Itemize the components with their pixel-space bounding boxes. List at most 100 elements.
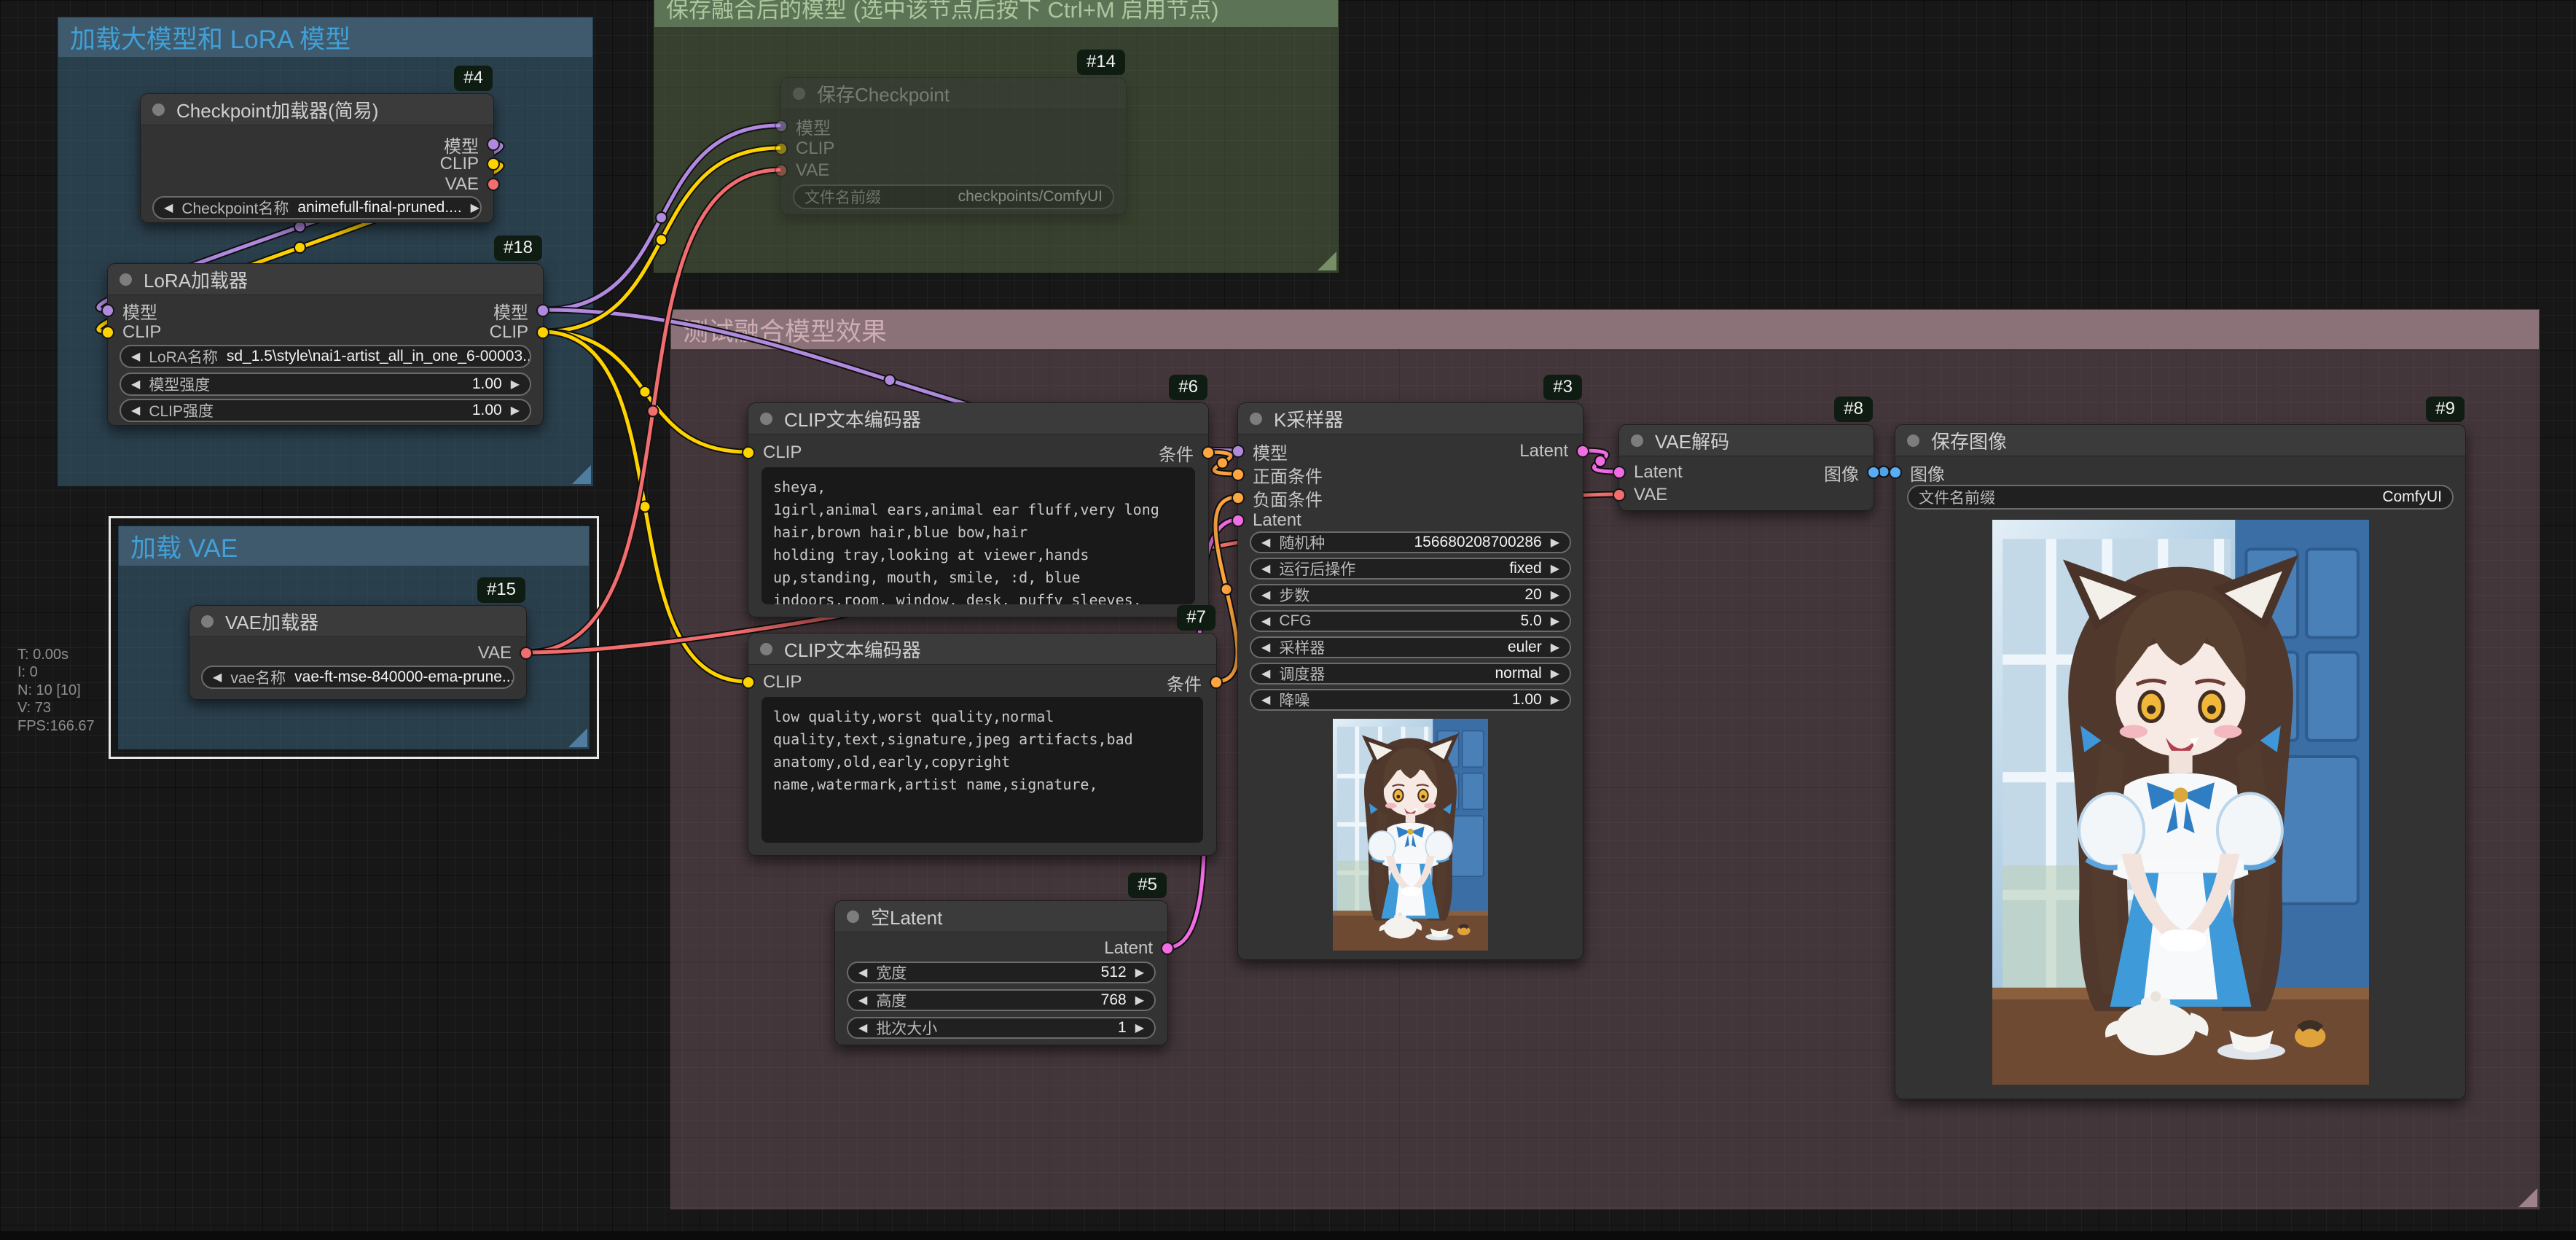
cfg-widget[interactable]: ◀CFG5.0▶ bbox=[1250, 610, 1571, 632]
decrement-arrow-icon[interactable]: ◀ bbox=[1261, 666, 1270, 681]
scheduler-widget[interactable]: ◀调度器normal▶ bbox=[1250, 663, 1571, 685]
input-port-image[interactable]: 图像 bbox=[1889, 460, 1945, 485]
group-title-save-merged[interactable]: 保存融合后的模型 (选中该节点后按下 Ctrl+M 启用节点) bbox=[654, 0, 1338, 27]
port-dot-clip-icon[interactable] bbox=[101, 326, 114, 339]
input-port-clip[interactable]: CLIP bbox=[775, 136, 834, 161]
denoise-widget[interactable]: ◀降噪1.00▶ bbox=[1250, 689, 1571, 711]
node-header[interactable]: 保存图像 bbox=[1895, 425, 2465, 456]
group-title-test-merged[interactable]: 测试融合模型效果 bbox=[671, 310, 2539, 349]
port-dot-vae-icon[interactable] bbox=[1613, 488, 1626, 502]
node-save-checkpoint[interactable]: 保存Checkpoint模型CLIPVAE文件名前缀checkpoints/Co… bbox=[780, 77, 1127, 215]
port-dot-vae-icon[interactable] bbox=[775, 164, 788, 177]
node-header[interactable]: VAE加载器 bbox=[189, 606, 526, 637]
decrement-arrow-icon[interactable]: ◀ bbox=[1261, 614, 1270, 628]
lora-name-widget[interactable]: ◀LoRA名称sd_1.5\style\nai1-artist_all_in_o… bbox=[120, 345, 531, 368]
node-header[interactable]: K采样器 bbox=[1238, 403, 1583, 434]
decrement-arrow-icon[interactable]: ◀ bbox=[1261, 561, 1270, 576]
increment-arrow-icon[interactable]: ▶ bbox=[1551, 693, 1559, 707]
control-after-generate-widget[interactable]: ◀运行后操作fixed▶ bbox=[1250, 558, 1571, 580]
node-header[interactable]: 空Latent bbox=[835, 901, 1167, 932]
input-port-conditioning[interactable]: 负面条件 bbox=[1232, 486, 1323, 510]
increment-arrow-icon[interactable]: ▶ bbox=[511, 403, 520, 418]
decrement-arrow-icon[interactable]: ◀ bbox=[858, 1021, 867, 1035]
node-empty-latent[interactable]: 空LatentLatent◀宽度512▶◀高度768▶◀批次大小1▶ bbox=[834, 900, 1168, 1045]
filename-prefix-widget[interactable]: 文件名前缀checkpoints/ComfyUI bbox=[793, 184, 1114, 209]
decrement-arrow-icon[interactable]: ◀ bbox=[131, 377, 140, 391]
decrement-arrow-icon[interactable]: ◀ bbox=[1261, 535, 1270, 550]
steps-widget[interactable]: ◀步数20▶ bbox=[1250, 584, 1571, 606]
increment-arrow-icon[interactable]: ▶ bbox=[1551, 640, 1559, 655]
port-dot-latent-icon[interactable] bbox=[1576, 445, 1589, 458]
collapse-dot-icon[interactable] bbox=[760, 413, 772, 425]
collapse-dot-icon[interactable] bbox=[760, 643, 772, 655]
port-dot-model-icon[interactable] bbox=[487, 138, 500, 151]
graph-canvas[interactable]: T: 0.00s I: 0 N: 10 [10] V: 73 FPS:166.6… bbox=[0, 0, 2576, 1240]
node-vae-loader[interactable]: VAE加载器VAE◀vae名称vae-ft-mse-840000-ema-pru… bbox=[189, 605, 527, 700]
port-dot-conditioning-icon[interactable] bbox=[1210, 676, 1223, 689]
node-header[interactable]: LoRA加载器 bbox=[108, 264, 543, 295]
port-dot-vae-icon[interactable] bbox=[520, 647, 533, 660]
input-port-conditioning[interactable]: 正面条件 bbox=[1232, 462, 1323, 487]
vae-name-widget[interactable]: ◀vae名称vae-ft-mse-840000-ema-prune...▶ bbox=[201, 666, 514, 689]
port-dot-conditioning-icon[interactable] bbox=[1232, 491, 1245, 504]
output-port-latent[interactable]: Latent bbox=[1104, 936, 1174, 961]
port-dot-clip-icon[interactable] bbox=[536, 326, 549, 339]
increment-arrow-icon[interactable]: ▶ bbox=[1135, 1021, 1144, 1035]
collapse-dot-icon[interactable] bbox=[793, 87, 805, 100]
port-dot-model-icon[interactable] bbox=[1232, 445, 1245, 458]
port-dot-image-icon[interactable] bbox=[1867, 466, 1880, 479]
increment-arrow-icon[interactable]: ▶ bbox=[511, 377, 520, 391]
port-dot-model-icon[interactable] bbox=[536, 304, 549, 317]
node-header[interactable]: CLIP文本编码器 bbox=[748, 403, 1208, 434]
increment-arrow-icon[interactable]: ▶ bbox=[1551, 614, 1559, 628]
increment-arrow-icon[interactable]: ▶ bbox=[1135, 993, 1144, 1007]
node-vae-decode[interactable]: VAE解码LatentVAE图像 bbox=[1618, 424, 1874, 511]
node-lora-loader[interactable]: LoRA加载器模型CLIP模型CLIP◀LoRA名称sd_1.5\style\n… bbox=[107, 263, 544, 426]
decrement-arrow-icon[interactable]: ◀ bbox=[1261, 588, 1270, 602]
input-port-model[interactable]: 模型 bbox=[101, 298, 157, 323]
output-port-clip[interactable]: CLIP bbox=[490, 320, 549, 345]
port-dot-model-icon[interactable] bbox=[775, 120, 788, 133]
decrement-arrow-icon[interactable]: ◀ bbox=[164, 200, 173, 215]
port-dot-conditioning-icon[interactable] bbox=[1202, 446, 1215, 459]
collapse-dot-icon[interactable] bbox=[1631, 434, 1643, 447]
output-port-image[interactable]: 图像 bbox=[1824, 460, 1880, 485]
group-title-load-vae[interactable]: 加载 VAE bbox=[119, 526, 589, 566]
checkpoint-name-widget[interactable]: ◀Checkpoint名称animefull-final-pruned....▶ bbox=[152, 196, 482, 219]
input-port-model[interactable]: 模型 bbox=[775, 114, 831, 139]
collapse-dot-icon[interactable] bbox=[201, 615, 214, 628]
port-dot-clip-icon[interactable] bbox=[742, 446, 755, 459]
output-port-model[interactable]: 模型 bbox=[493, 298, 549, 323]
sampler-widget[interactable]: ◀采样器euler▶ bbox=[1250, 636, 1571, 658]
batch-size-widget[interactable]: ◀批次大小1▶ bbox=[847, 1017, 1156, 1039]
increment-arrow-icon[interactable]: ▶ bbox=[471, 200, 479, 215]
collapse-dot-icon[interactable] bbox=[120, 273, 132, 286]
decrement-arrow-icon[interactable]: ◀ bbox=[858, 993, 867, 1007]
input-port-clip[interactable]: CLIP bbox=[101, 320, 161, 345]
output-port-vae[interactable]: VAE bbox=[445, 172, 500, 197]
input-port-clip[interactable]: CLIP bbox=[742, 440, 802, 465]
port-dot-clip-icon[interactable] bbox=[742, 676, 755, 689]
increment-arrow-icon[interactable]: ▶ bbox=[1551, 666, 1559, 681]
input-port-latent[interactable]: Latent bbox=[1232, 508, 1301, 533]
node-header[interactable]: VAE解码 bbox=[1619, 425, 1874, 456]
port-dot-conditioning-icon[interactable] bbox=[1232, 468, 1245, 481]
input-port-clip[interactable]: CLIP bbox=[742, 670, 802, 695]
decrement-arrow-icon[interactable]: ◀ bbox=[131, 403, 140, 418]
port-dot-vae-icon[interactable] bbox=[487, 178, 500, 191]
port-dot-clip-icon[interactable] bbox=[775, 142, 788, 155]
node-ksampler[interactable]: K采样器模型正面条件负面条件LatentLatent◀随机种1566802087… bbox=[1237, 402, 1583, 960]
clip-strength-widget[interactable]: ◀CLIP强度1.00▶ bbox=[120, 399, 531, 422]
increment-arrow-icon[interactable]: ▶ bbox=[1551, 561, 1559, 576]
decrement-arrow-icon[interactable]: ◀ bbox=[131, 349, 140, 364]
output-port-latent[interactable]: Latent bbox=[1519, 439, 1589, 464]
port-dot-latent-icon[interactable] bbox=[1161, 942, 1174, 955]
collapse-dot-icon[interactable] bbox=[1250, 413, 1262, 425]
positive-prompt-textarea[interactable]: sheya, 1girl,animal ears,animal ear fluf… bbox=[762, 467, 1195, 604]
node-clip-encode-positive[interactable]: CLIP文本编码器CLIP条件sheya, 1girl,animal ears,… bbox=[748, 402, 1209, 617]
port-dot-clip-icon[interactable] bbox=[487, 157, 500, 171]
output-port-conditioning[interactable]: 条件 bbox=[1167, 670, 1223, 695]
output-port-conditioning[interactable]: 条件 bbox=[1159, 440, 1215, 465]
collapse-dot-icon[interactable] bbox=[1907, 434, 1919, 447]
input-port-model[interactable]: 模型 bbox=[1232, 439, 1288, 464]
